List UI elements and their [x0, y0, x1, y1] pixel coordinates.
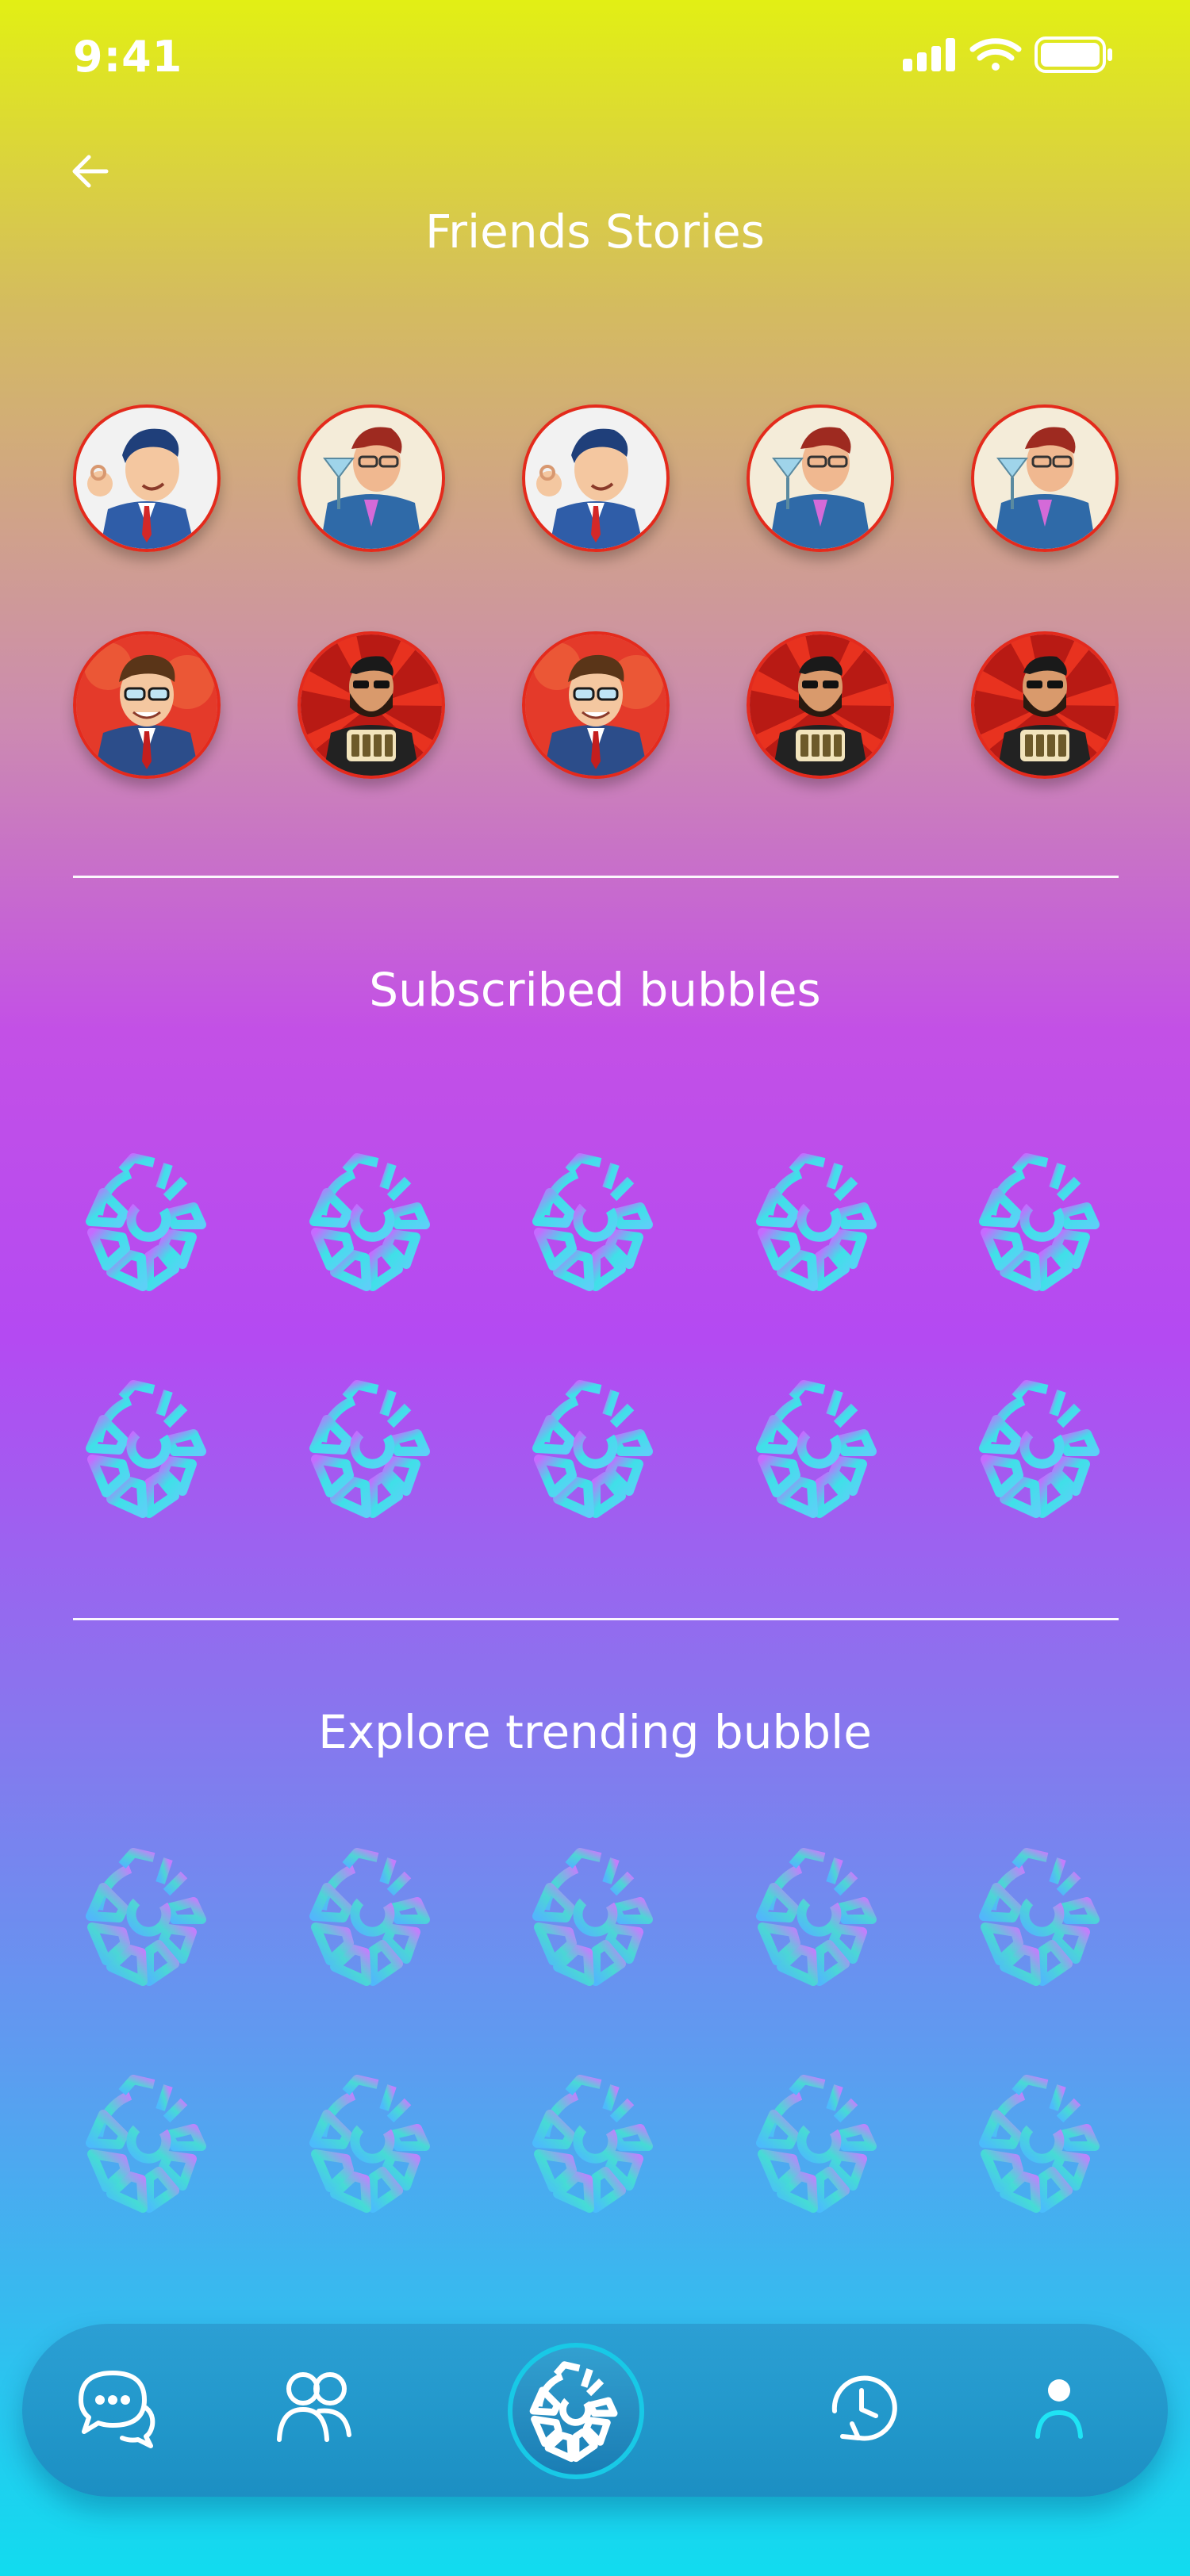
- trending-bubble[interactable]: [520, 2067, 672, 2219]
- trending-bubble[interactable]: [743, 1840, 896, 1992]
- status-icons: [903, 35, 1117, 78]
- arrow-left-icon: [72, 155, 109, 188]
- battery-icon: [1035, 36, 1112, 73]
- subscribed-bubble[interactable]: [520, 1145, 672, 1298]
- status-bar: 9:41: [0, 0, 1190, 119]
- trending-bubble[interactable]: [520, 1840, 672, 1992]
- wifi-icon: [969, 38, 1022, 71]
- nav-bubbles[interactable]: [508, 2343, 644, 2479]
- friend-avatar[interactable]: [522, 404, 670, 552]
- bubble-logo-icon: [73, 1372, 225, 1524]
- bubble-logo-icon: [520, 2067, 672, 2219]
- subscribed-bubble[interactable]: [743, 1145, 896, 1298]
- signal-icon: [903, 38, 955, 71]
- bubble-logo-icon: [297, 1145, 449, 1298]
- trending-bubble[interactable]: [743, 2067, 896, 2219]
- history-clock-icon: [831, 2375, 897, 2441]
- friend-avatar[interactable]: [73, 404, 221, 552]
- friend-avatar[interactable]: [298, 404, 445, 552]
- friend-avatar[interactable]: [73, 631, 221, 779]
- bubble-logo-icon: [743, 1372, 896, 1524]
- section-divider: [73, 1618, 1119, 1620]
- friends-row-1: [73, 404, 1119, 552]
- trending-bubble[interactable]: [966, 2067, 1119, 2219]
- subscribed-row-1: [73, 1145, 1119, 1298]
- subscribed-bubble[interactable]: [966, 1372, 1119, 1524]
- bubble-logo-icon: [743, 1840, 896, 1992]
- bubble-logo-icon: [73, 1840, 225, 1992]
- friends-row-2: [73, 631, 1119, 779]
- subscribed-title: Subscribed bubbles: [369, 963, 821, 1017]
- bubble-logo-icon: [73, 2067, 225, 2219]
- subscribed-bubble[interactable]: [520, 1372, 672, 1524]
- nav-profile[interactable]: [1015, 2363, 1103, 2451]
- subscribed-bubble[interactable]: [297, 1372, 449, 1524]
- bubble-logo-icon: [520, 1145, 672, 1298]
- bubble-logo-icon: [297, 1840, 449, 1992]
- bubble-logo-icon: [966, 1372, 1119, 1524]
- friend-avatar[interactable]: [298, 631, 445, 779]
- bubble-logo-icon: [966, 1840, 1119, 1992]
- bubble-logo-icon: [966, 2067, 1119, 2219]
- bubble-logo-icon: [520, 2356, 631, 2467]
- friends-icon: [277, 2372, 351, 2442]
- explore-row-1: [73, 1840, 1119, 1992]
- bubble-logo-icon: [966, 1145, 1119, 1298]
- trending-bubble[interactable]: [966, 1840, 1119, 1992]
- subscribed-row-2: [73, 1372, 1119, 1524]
- nav-friends[interactable]: [270, 2363, 357, 2451]
- subscribed-bubble[interactable]: [297, 1145, 449, 1298]
- back-button[interactable]: [67, 148, 114, 195]
- bubble-logo-icon: [520, 1372, 672, 1524]
- bubble-logo-icon: [297, 2067, 449, 2219]
- trending-bubble[interactable]: [297, 2067, 449, 2219]
- bubble-logo-icon: [297, 1372, 449, 1524]
- trending-bubble[interactable]: [73, 2067, 225, 2219]
- trending-bubble[interactable]: [73, 1840, 225, 1992]
- friend-avatar[interactable]: [971, 631, 1119, 779]
- subscribed-bubble[interactable]: [73, 1372, 225, 1524]
- friend-avatar[interactable]: [522, 631, 670, 779]
- explore-row-2: [73, 2067, 1119, 2219]
- bubble-logo-icon: [73, 1145, 225, 1298]
- bubble-logo-icon: [743, 1145, 896, 1298]
- trending-bubble[interactable]: [297, 1840, 449, 1992]
- explore-title: Explore trending bubble: [318, 1705, 872, 1759]
- friend-avatar[interactable]: [971, 404, 1119, 552]
- profile-icon: [1035, 2379, 1083, 2439]
- bubble-logo-icon: [520, 1840, 672, 1992]
- subscribed-bubble[interactable]: [966, 1145, 1119, 1298]
- subscribed-bubble[interactable]: [743, 1372, 896, 1524]
- bubble-logo-icon: [743, 2067, 896, 2219]
- bottom-nav: [22, 2324, 1168, 2497]
- friend-avatar[interactable]: [747, 631, 894, 779]
- subscribed-bubble[interactable]: [73, 1145, 225, 1298]
- page-title: Friends Stories: [425, 205, 765, 259]
- friend-avatar[interactable]: [747, 404, 894, 552]
- section-divider: [73, 876, 1119, 878]
- status-time: 9:41: [73, 32, 183, 82]
- chat-bubbles-icon: [79, 2371, 155, 2448]
- nav-history[interactable]: [819, 2363, 906, 2451]
- nav-chats[interactable]: [73, 2363, 160, 2451]
